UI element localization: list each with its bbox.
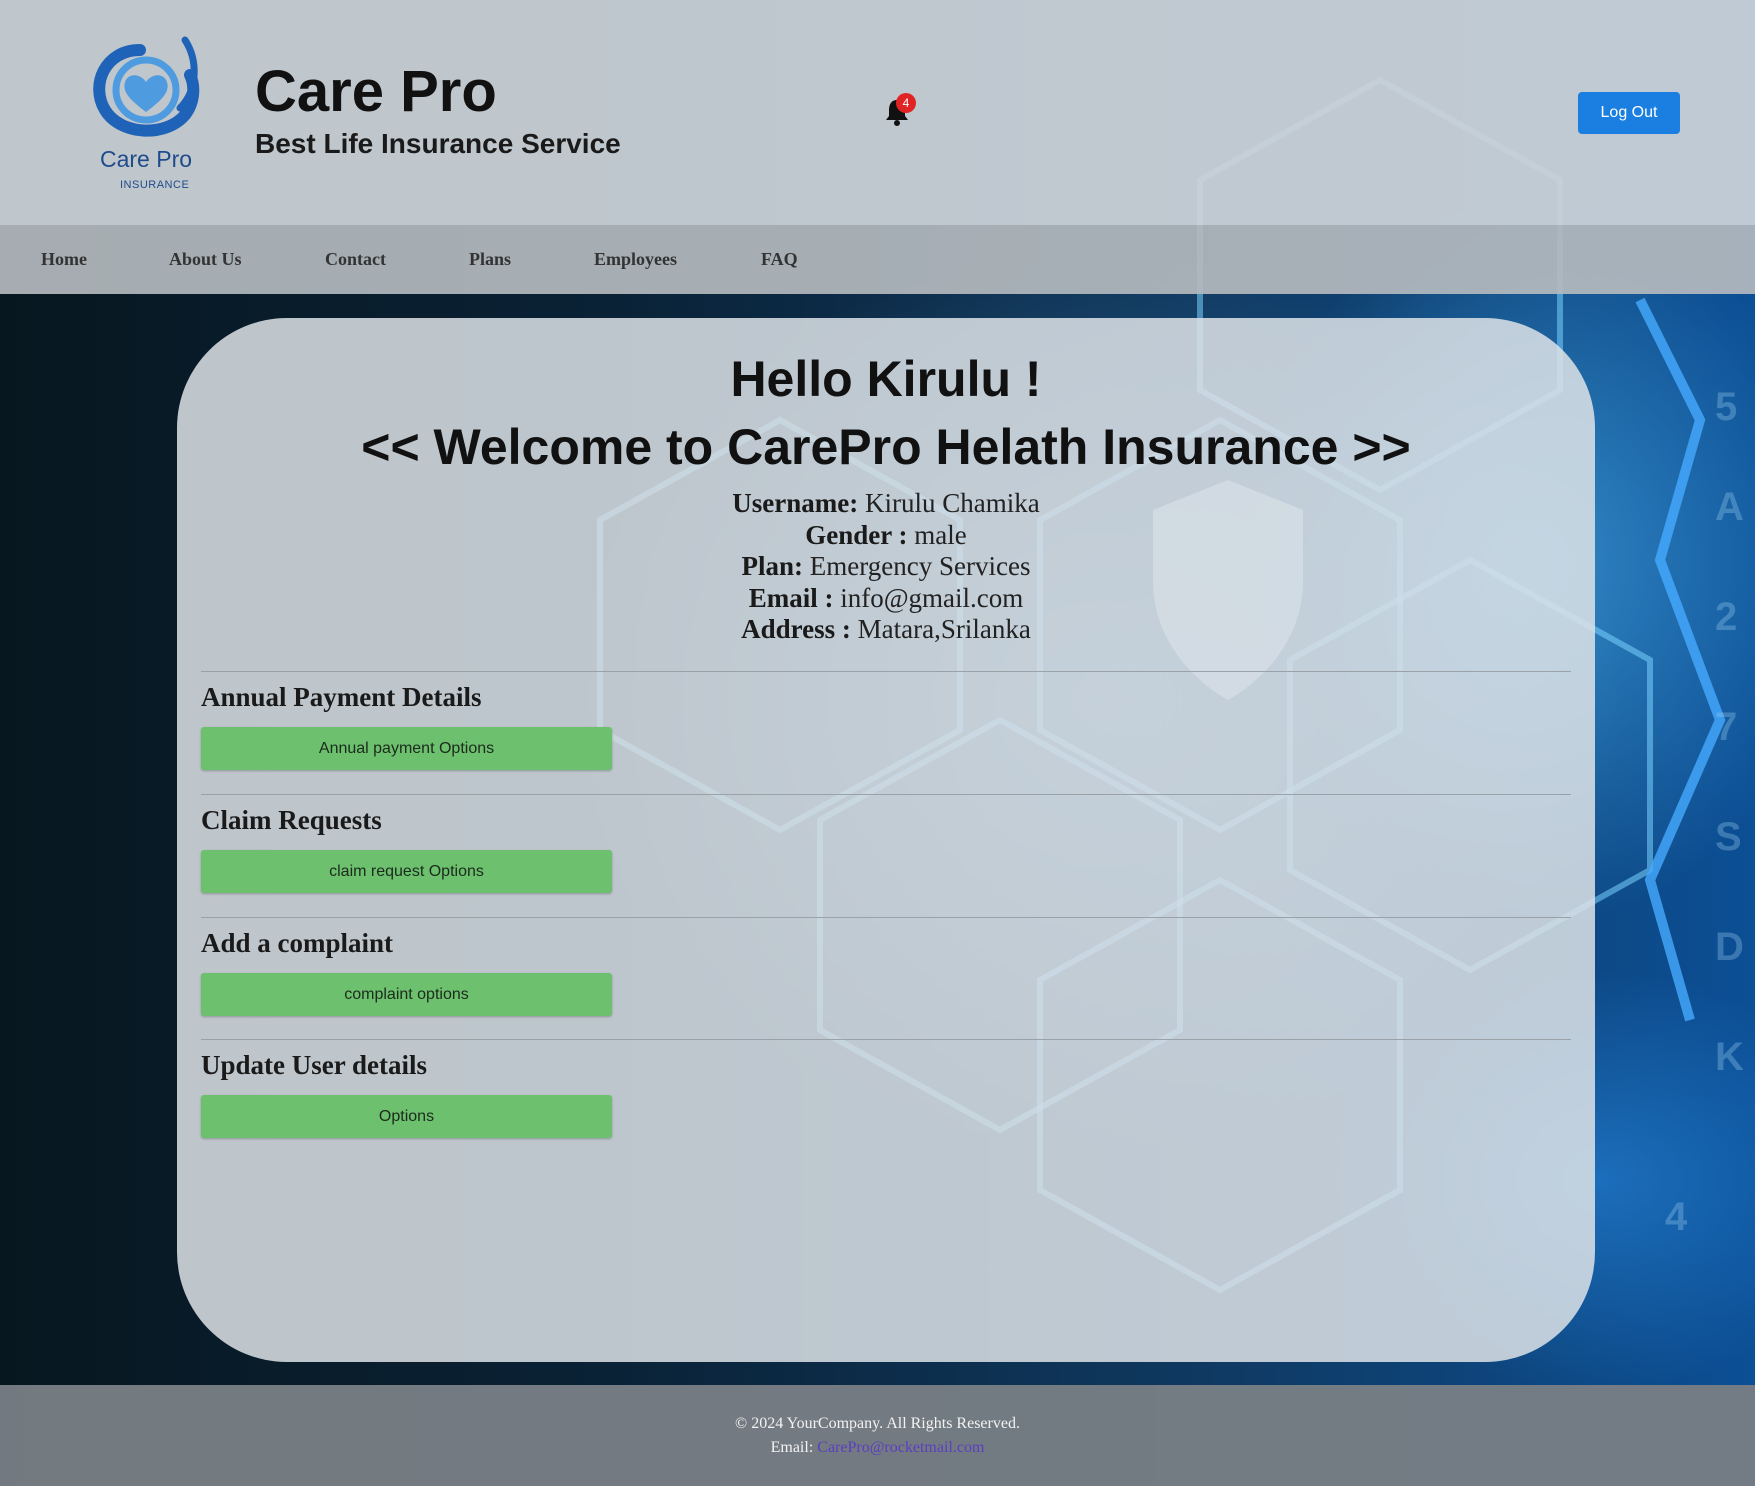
plan-row: Plan: Emergency Services [177,551,1595,583]
username-row: Username: Kirulu Chamika [177,488,1595,520]
footer-email-row: Email: CarePro@rocketmail.com [0,1439,1755,1457]
plan-value: Emergency Services [809,551,1031,581]
welcome-heading: << Welcome to CarePro Helath Insurance >… [361,419,1411,475]
svg-text:D: D [1715,925,1744,969]
notification-badge: 4 [896,93,916,113]
svg-text:S: S [1715,815,1742,859]
gender-label: Gender : [805,519,908,550]
email-row: Email : info@gmail.com [177,583,1595,615]
nav-about-us[interactable]: About Us [169,249,242,270]
profile-info: Username: Kirulu Chamika Gender : male P… [177,488,1595,646]
logo-text: Care Pro [100,146,193,172]
section-title: Annual Payment Details [201,682,482,712]
site-title: Care Pro [255,59,497,124]
username-label: Username: [732,488,859,518]
section-title: Add a complaint [201,928,394,958]
update-user-options-button[interactable]: Options [201,1095,612,1138]
footer-email-label: Email: [770,1439,814,1456]
email-value: info@gmail.com [840,582,1024,613]
site-header: Care Pro INSURANCE Care Pro Best Life In… [0,0,1755,225]
address-label: Address : [741,614,851,644]
svg-text:A: A [1715,485,1744,529]
svg-text:K: K [1715,1035,1744,1079]
svg-text:2: 2 [1715,595,1737,639]
greeting-heading: Hello Kirulu ! [730,351,1042,407]
section-title: Update User details [201,1050,427,1080]
logo-subtext: INSURANCE [120,179,190,191]
gender-row: Gender : male [177,520,1595,552]
update-user-section: Update User details Options [201,1039,1571,1138]
complaint-options-button[interactable]: complaint options [201,973,612,1016]
svg-text:7: 7 [1715,705,1737,749]
nav-plans[interactable]: Plans [469,249,511,270]
nav-employees[interactable]: Employees [594,249,677,270]
heart-hands-icon [93,36,200,137]
svg-text:5: 5 [1715,385,1737,429]
gender-value: male [914,519,967,550]
site-footer: © 2024 YourCompany. All Rights Reserved.… [0,1385,1755,1486]
site-tagline: Best Life Insurance Service [255,128,621,159]
footer-email-link[interactable]: CarePro@rocketmail.com [817,1439,984,1456]
nav-contact[interactable]: Contact [325,249,386,270]
username-value: Kirulu Chamika [864,488,1040,518]
nav-faq[interactable]: FAQ [761,249,798,270]
logout-button[interactable]: Log Out [1578,92,1680,134]
address-value: Matara,Srilanka [857,614,1031,644]
annual-payment-section: Annual Payment Details Annual payment Op… [201,671,1571,770]
address-row: Address : Matara,Srilanka [177,614,1595,646]
complaint-section: Add a complaint complaint options [201,917,1571,1016]
main-nav: Home About Us Contact Plans Employees FA… [0,225,1755,294]
plan-label: Plan: [741,551,804,581]
copyright-text: © 2024 YourCompany. All Rights Reserved. [735,1415,1020,1432]
dashboard-card: Hello Kirulu ! << Welcome to CarePro Hel… [177,318,1595,1362]
claim-request-options-button[interactable]: claim request Options [201,850,612,893]
email-label: Email : [748,582,834,613]
section-title: Claim Requests [201,805,382,835]
claim-requests-section: Claim Requests claim request Options [201,794,1571,893]
svg-text:4: 4 [1665,1195,1688,1239]
nav-home[interactable]: Home [41,249,87,270]
annual-payment-options-button[interactable]: Annual payment Options [201,727,612,770]
